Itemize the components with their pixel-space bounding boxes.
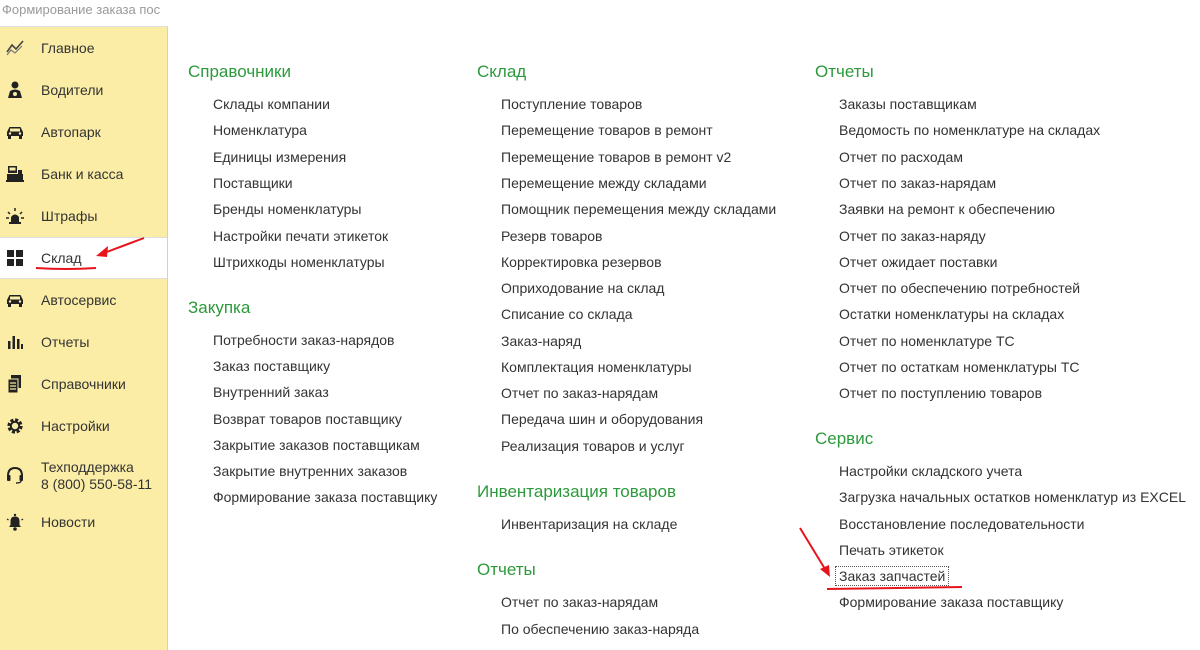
menu-link[interactable]: Корректировка резервов	[501, 254, 662, 270]
menu-link[interactable]: Закрытие заказов поставщикам	[213, 437, 420, 453]
cash-register-icon	[4, 163, 26, 185]
bell-icon	[4, 511, 26, 533]
menu-link[interactable]: Заказы поставщикам	[839, 96, 977, 112]
menu-link[interactable]: Оприходование на склад	[501, 280, 664, 296]
sidebar-item-settings[interactable]: Настройки	[0, 405, 167, 447]
menu-link[interactable]: Отчет по заказ-нарядам	[501, 385, 658, 401]
menu-link[interactable]: Отчет по заказ-нарядам	[501, 594, 658, 610]
sidebar-item-autoservice[interactable]: Автосервис	[0, 279, 167, 321]
annotation-underline-service	[826, 586, 963, 590]
sidebar-item-news[interactable]: Новости	[0, 501, 167, 543]
sidebar-item-bank[interactable]: Банк и касса	[0, 153, 167, 195]
menu-link[interactable]: Отчет по расходам	[839, 149, 963, 165]
menu-link[interactable]: Перемещение товаров в ремонт	[501, 122, 713, 138]
menu-link[interactable]: Ведомость по номенклатуре на складах	[839, 122, 1100, 138]
sidebar-item-reports[interactable]: Отчеты	[0, 321, 167, 363]
sidebar-item-label: Водители	[41, 82, 104, 98]
section-title: Инвентаризация товаров	[477, 482, 676, 501]
menu-link[interactable]: Возврат товаров поставщику	[213, 411, 402, 427]
menu-link[interactable]: Восстановление последовательности	[839, 516, 1085, 532]
menu-link[interactable]: Инвентаризация на складе	[501, 516, 677, 532]
support-phone: 8 (800) 550-58-11	[41, 476, 153, 492]
sidebar-item-label: Справочники	[41, 376, 126, 392]
section-title: Справочники	[188, 62, 291, 81]
sidebar-item-label: Главное	[41, 40, 95, 56]
sidebar-item-fleet[interactable]: Автопарк	[0, 111, 167, 153]
menu-link[interactable]: Помощник перемещения между складами	[501, 201, 776, 217]
siren-icon	[4, 205, 26, 227]
sidebar-item-drivers[interactable]: Водители	[0, 69, 167, 111]
headset-icon	[4, 464, 26, 486]
sidebar: Формирование заказа пос Главное Водители…	[0, 0, 168, 650]
menu-link[interactable]: Потребности заказ-нарядов	[213, 332, 395, 348]
car-icon	[4, 121, 26, 143]
documents-icon	[4, 373, 26, 395]
sidebar-item-references[interactable]: Справочники	[0, 363, 167, 405]
sidebar-item-support[interactable]: Техподдержка 8 (800) 550-58-11	[0, 447, 167, 503]
menu-link[interactable]: Реализация товаров и услуг	[501, 438, 685, 454]
section-title: Сервис	[815, 429, 874, 448]
annotation-arrow-service	[799, 527, 830, 577]
menu-link[interactable]: Отчет по поступлению товаров	[839, 385, 1042, 401]
menu-link[interactable]: Заявки на ремонт к обеспечению	[839, 201, 1055, 217]
menu-link[interactable]: По обеспечению заказ-наряда	[501, 621, 699, 637]
sidebar-item-label: Отчеты	[41, 334, 90, 350]
menu-link[interactable]: Склады компании	[213, 96, 330, 112]
menu-link[interactable]: Отчет по номенклатуре ТС	[839, 333, 1015, 349]
section-title: Склад	[477, 62, 527, 81]
menu-link[interactable]: Закрытие внутренних заказов	[213, 463, 407, 479]
menu-link[interactable]: Перемещение между складами	[501, 175, 707, 191]
section-title: Закупка	[188, 298, 251, 317]
window-tab-title[interactable]: Формирование заказа пос	[0, 0, 168, 27]
menu-link[interactable]: Печать этикеток	[839, 542, 944, 558]
menu-link[interactable]: Заказ поставщику	[213, 358, 330, 374]
menu-link[interactable]: Настройки складского учета	[839, 463, 1022, 479]
sidebar-item-label: Техподдержка	[41, 459, 134, 475]
menu-link-focused[interactable]: Заказ запчастей	[834, 566, 950, 586]
bar-chart-icon	[4, 331, 26, 353]
sidebar-item-label: Новости	[41, 514, 96, 530]
grid-icon	[4, 247, 26, 269]
menu-link[interactable]: Перемещение товаров в ремонт v2	[501, 149, 731, 165]
sidebar-item-label: Настройки	[41, 418, 110, 434]
menu-link[interactable]: Заказ-наряд	[501, 333, 581, 349]
menu-link[interactable]: Загрузка начальных остатков номенклатур …	[839, 489, 1186, 505]
menu-link[interactable]: Бренды номенклатуры	[213, 201, 361, 217]
menu-link[interactable]: Штрихкоды номенклатуры	[213, 254, 385, 270]
gear-icon	[4, 415, 26, 437]
sidebar-item-warehouse[interactable]: Склад	[0, 237, 167, 279]
sidebar-item-main[interactable]: Главное	[0, 27, 167, 69]
menu-link[interactable]: Поступление товаров	[501, 96, 642, 112]
section-title: Отчеты	[815, 62, 874, 81]
menu-link[interactable]: Передача шин и оборудования	[501, 411, 703, 427]
menu-link[interactable]: Формирование заказа поставщику	[839, 594, 1063, 610]
menu-link[interactable]: Внутренний заказ	[213, 384, 329, 400]
menu-link[interactable]: Поставщики	[213, 175, 293, 191]
chart-trend-icon	[4, 37, 26, 59]
sidebar-item-label: Склад	[41, 250, 82, 266]
menu-link[interactable]: Комплектация номенклатуры	[501, 359, 692, 375]
menu-link[interactable]: Резерв товаров	[501, 228, 602, 244]
sidebar-item-fines[interactable]: Штрафы	[0, 195, 167, 237]
menu-link[interactable]: Единицы измерения	[213, 149, 346, 165]
menu-link[interactable]: Номенклатура	[213, 122, 307, 138]
menu-link[interactable]: Отчет по обеспечению потребностей	[839, 280, 1080, 296]
sidebar-item-label: Штрафы	[41, 208, 98, 224]
sidebar-item-label: Автосервис	[41, 292, 117, 308]
menu-link[interactable]: Отчет по заказ-нарядам	[839, 175, 996, 191]
menu-link[interactable]: Отчет по остаткам номенклатуры ТС	[839, 359, 1080, 375]
car-icon	[4, 289, 26, 311]
menu-link[interactable]: Настройки печати этикеток	[213, 228, 388, 244]
section-title: Отчеты	[477, 560, 536, 579]
menu-link[interactable]: Остатки номенклатуры на складах	[839, 306, 1064, 322]
menu-link[interactable]: Формирование заказа поставщику	[213, 489, 437, 505]
menu-link[interactable]: Отчет по заказ-наряду	[839, 228, 986, 244]
menu-link[interactable]: Списание со склада	[501, 306, 633, 322]
sidebar-item-label: Автопарк	[41, 124, 101, 140]
sidebar-item-label: Банк и касса	[41, 166, 124, 182]
driver-icon	[4, 79, 26, 101]
menu-link[interactable]: Отчет ожидает поставки	[839, 254, 997, 270]
